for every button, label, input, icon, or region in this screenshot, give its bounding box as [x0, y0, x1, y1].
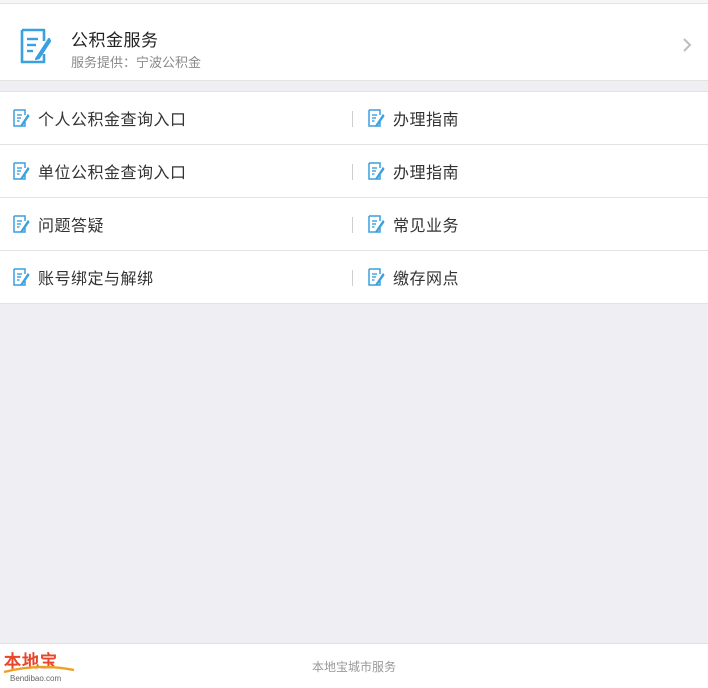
menu-row: 单位公积金查询入口 办理指南	[0, 145, 708, 198]
logo-domain: Bendibao.com	[10, 674, 62, 683]
menu-row: 账号绑定与解绑 缴存网点	[0, 251, 708, 304]
menu-item[interactable]: 常见业务	[367, 198, 697, 250]
menu-item-label: 缴存网点	[393, 269, 460, 288]
chevron-right-icon[interactable]	[680, 36, 694, 54]
document-edit-icon	[13, 109, 30, 127]
document-edit-icon	[368, 268, 385, 286]
service-header[interactable]: 公积金服务 服务提供：宁波公积金	[0, 4, 708, 81]
column-divider	[352, 111, 353, 127]
footer-service-text: 本地宝城市服务	[311, 660, 396, 674]
document-edit-icon	[368, 162, 385, 180]
service-menu: 个人公积金查询入口 办理指南 单位公积金查询入口 办理指南 问题答疑 常见业务 账号绑定与解…	[0, 91, 708, 304]
menu-item[interactable]: 个人公积金查询入口	[12, 92, 342, 144]
footer: 本地宝 Bendibao.com 本地宝城市服务	[0, 643, 708, 688]
menu-item-label: 办理指南	[393, 110, 460, 129]
menu-item[interactable]: 办理指南	[367, 145, 697, 197]
column-divider	[352, 164, 353, 180]
menu-item-label: 常见业务	[393, 216, 460, 235]
document-edit-icon	[13, 215, 30, 233]
menu-row: 个人公积金查询入口 办理指南	[0, 92, 708, 145]
menu-item[interactable]: 问题答疑	[12, 198, 342, 250]
menu-item-label: 单位公积金查询入口	[38, 163, 187, 182]
document-edit-icon	[20, 28, 52, 64]
document-edit-icon	[13, 268, 30, 286]
menu-item[interactable]: 缴存网点	[367, 251, 697, 303]
page: 公积金服务 服务提供：宁波公积金 个人公积金查询入口 办理指南 单位公积金查询入口办…	[0, 0, 708, 688]
menu-item-label: 个人公积金查询入口	[38, 110, 187, 129]
menu-item[interactable]: 单位公积金查询入口	[12, 145, 342, 197]
page-title: 公积金服务	[71, 31, 159, 51]
column-divider	[352, 270, 353, 286]
column-divider	[352, 217, 353, 233]
section-gap	[0, 82, 708, 91]
document-edit-icon	[368, 215, 385, 233]
document-edit-icon	[368, 109, 385, 127]
menu-item-label: 账号绑定与解绑	[38, 269, 154, 288]
menu-row: 问题答疑 常见业务	[0, 198, 708, 251]
menu-item[interactable]: 办理指南	[367, 92, 697, 144]
menu-item[interactable]: 账号绑定与解绑	[12, 251, 342, 303]
menu-item-label: 办理指南	[393, 163, 460, 182]
menu-item-label: 问题答疑	[38, 216, 105, 235]
document-edit-icon	[13, 162, 30, 180]
service-provider: 服务提供：宁波公积金	[71, 56, 202, 71]
